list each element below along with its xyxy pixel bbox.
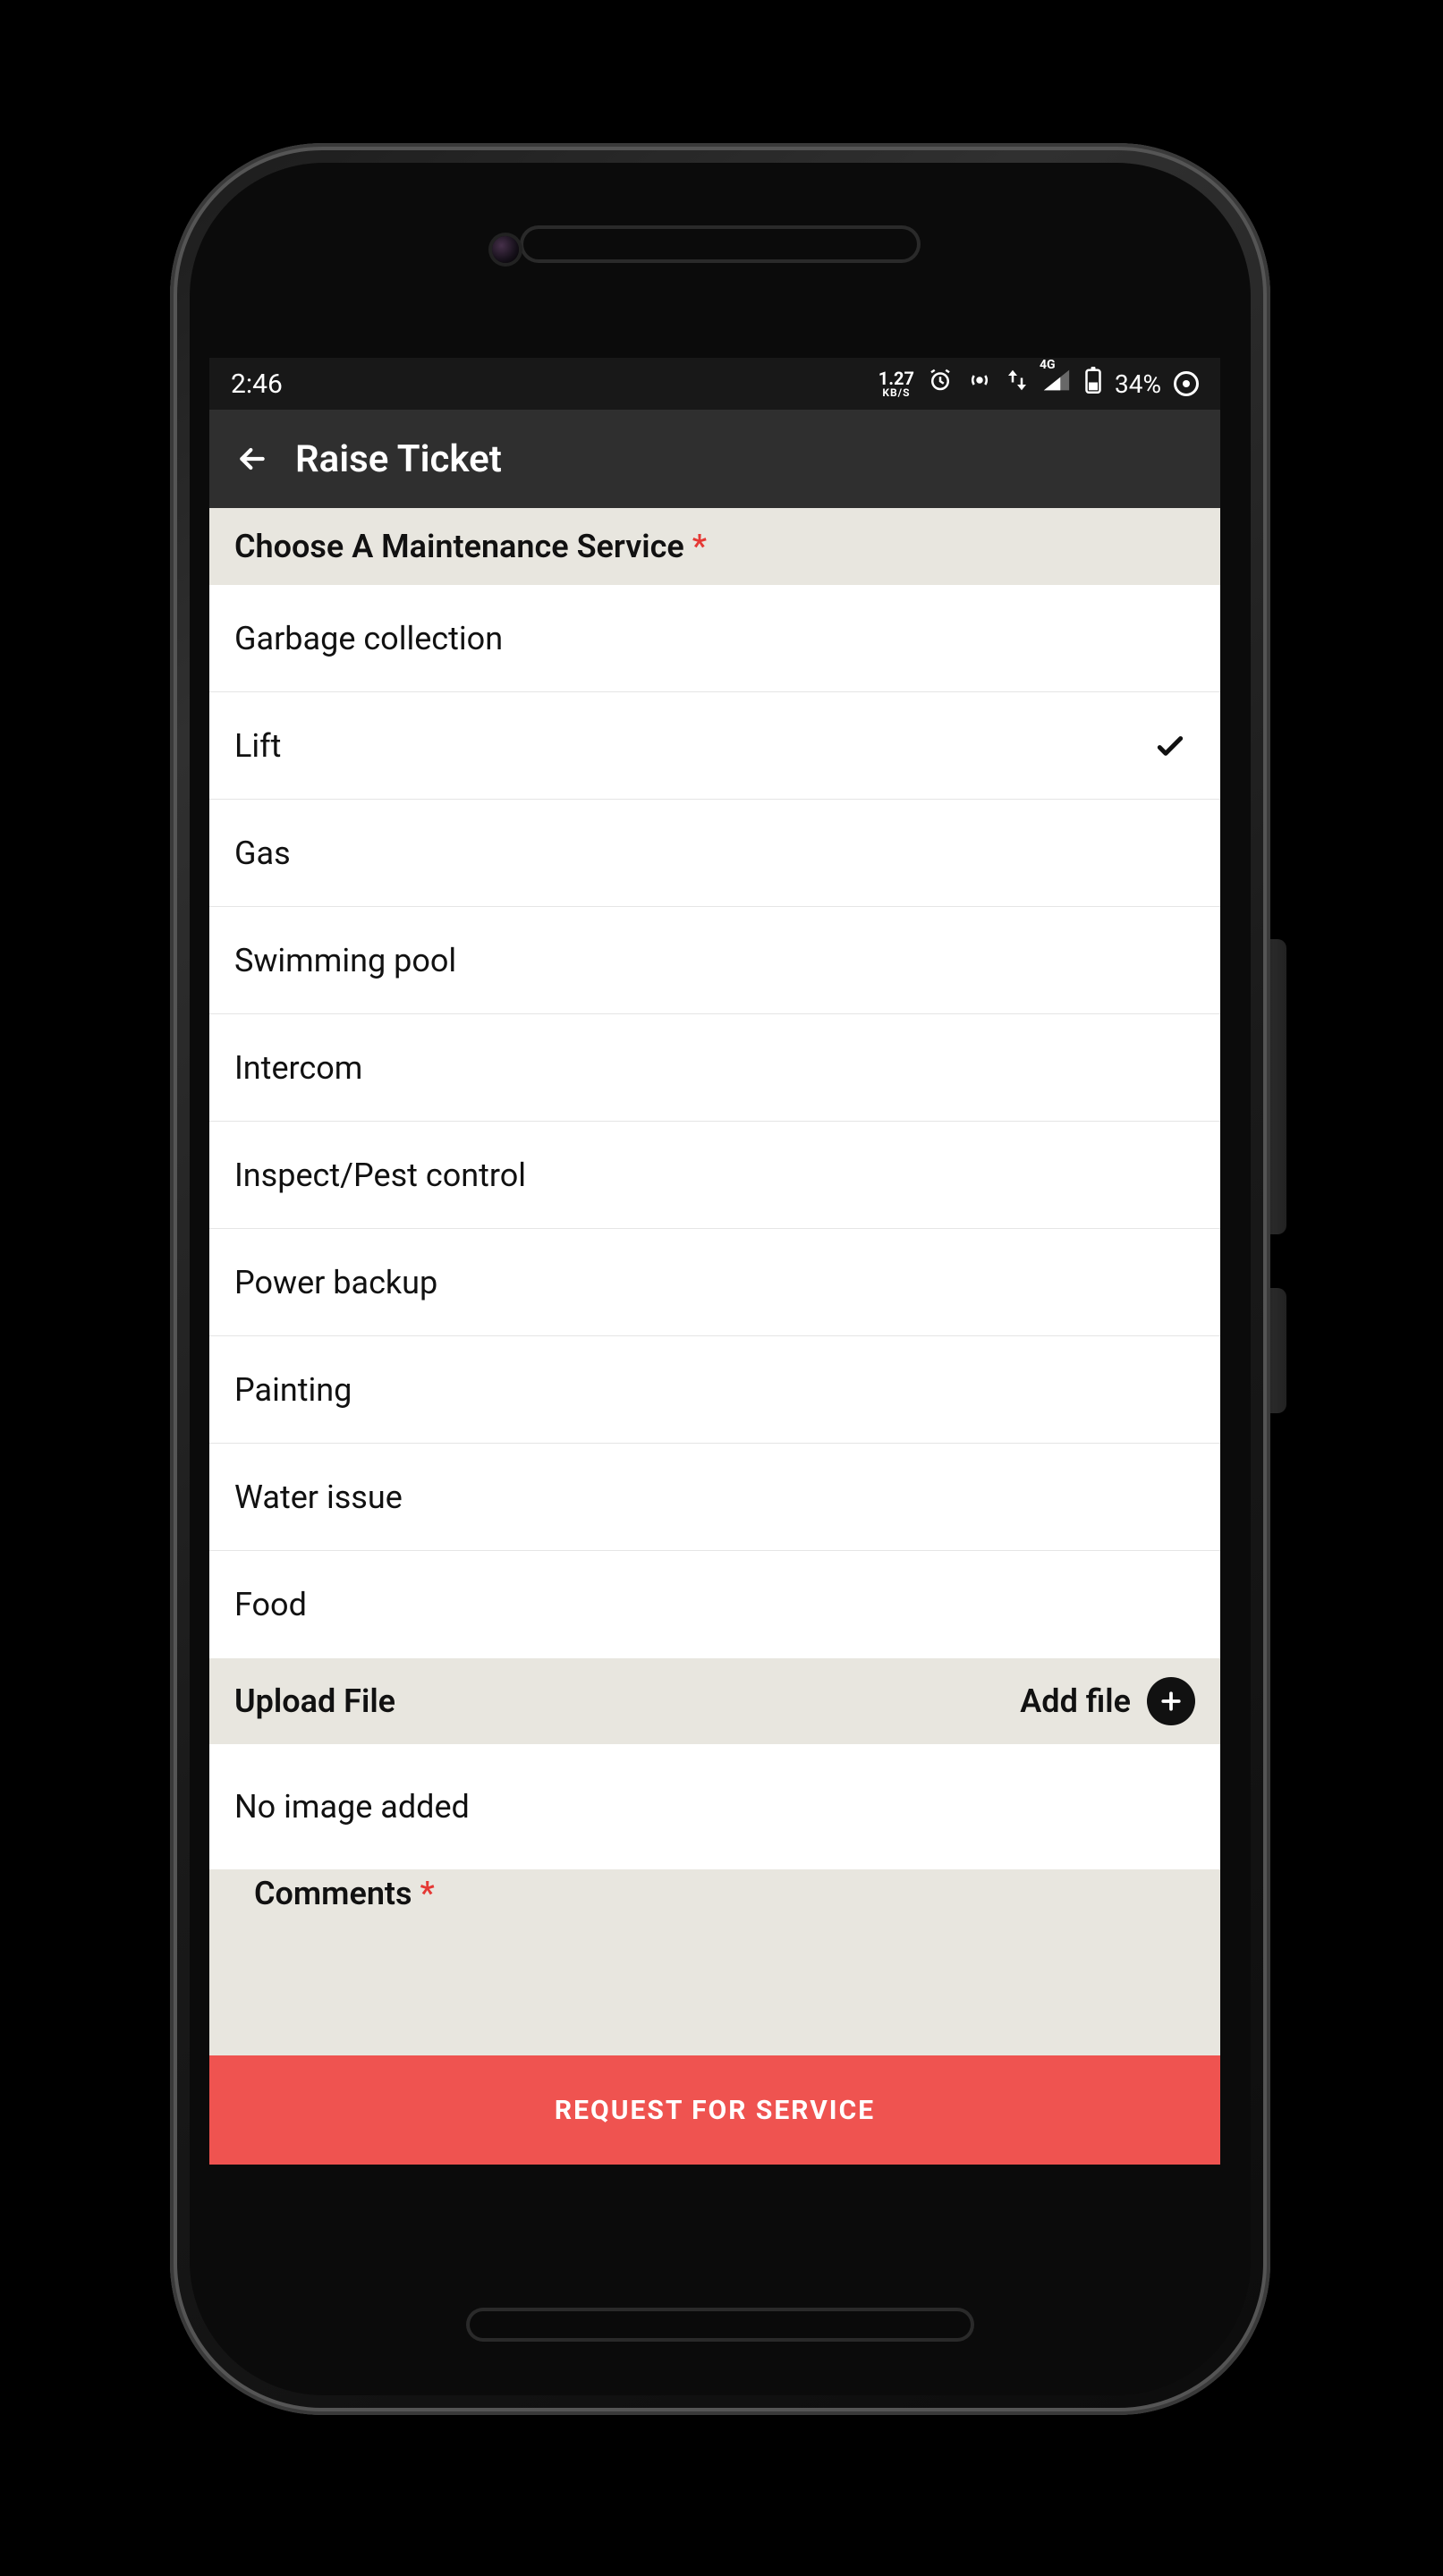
- check-icon: [1152, 728, 1188, 764]
- phone-chin-speaker: [470, 2311, 971, 2338]
- request-service-button[interactable]: REQUEST FOR SERVICE: [209, 2055, 1220, 2165]
- page-title: Raise Ticket: [295, 437, 502, 481]
- section-label: Choose A Maintenance Service: [234, 528, 684, 565]
- add-file-label: Add file: [1020, 1682, 1131, 1720]
- service-item-label: Swimming pool: [234, 942, 456, 979]
- service-item-label: Gas: [234, 835, 291, 872]
- upload-empty-label: No image added: [234, 1788, 470, 1826]
- service-item-label: Food: [234, 1586, 307, 1623]
- battery-percent: 34%: [1115, 369, 1161, 399]
- required-asterisk: *: [420, 1875, 435, 1912]
- data-arrows-icon: [1006, 367, 1029, 401]
- back-button[interactable]: [231, 437, 274, 480]
- phone-camera: [492, 236, 519, 263]
- submit-label: REQUEST FOR SERVICE: [555, 2095, 875, 2126]
- service-item-swimming-pool[interactable]: Swimming pool: [209, 907, 1220, 1014]
- service-item-painting[interactable]: Painting: [209, 1336, 1220, 1444]
- service-item-label: Intercom: [234, 1049, 362, 1087]
- stage: 2:46 1.27 KB/S: [0, 0, 1443, 2576]
- service-list: Garbage collection Lift Gas Swimming poo…: [209, 585, 1220, 1658]
- service-item-label: Lift: [234, 727, 281, 765]
- required-asterisk: *: [692, 528, 707, 565]
- signal-icon: 4G: [1041, 367, 1072, 401]
- alarm-icon: [927, 367, 954, 401]
- status-right: 1.27 KB/S: [879, 367, 1199, 401]
- plus-icon: [1147, 1677, 1195, 1725]
- service-item-power-backup[interactable]: Power backup: [209, 1229, 1220, 1336]
- service-item-label: Garbage collection: [234, 620, 503, 657]
- screen: 2:46 1.27 KB/S: [209, 358, 1220, 2165]
- service-item-lift[interactable]: Lift: [209, 692, 1220, 800]
- service-item-pest-control[interactable]: Inspect/Pest control: [209, 1122, 1220, 1229]
- section-upload-file: Upload File Add file: [209, 1658, 1220, 1744]
- hotspot-icon: [966, 367, 993, 401]
- service-item-label: Power backup: [234, 1264, 437, 1301]
- battery-icon: [1084, 367, 1102, 401]
- status-net-speed: 1.27 KB/S: [879, 369, 914, 398]
- comments-label: Comments: [254, 1875, 412, 1912]
- service-item-gas[interactable]: Gas: [209, 800, 1220, 907]
- section-choose-service: Choose A Maintenance Service *: [209, 508, 1220, 585]
- section-comments: Comments *: [209, 1869, 1220, 1912]
- service-item-label: Inspect/Pest control: [234, 1157, 526, 1194]
- status-bar: 2:46 1.27 KB/S: [209, 358, 1220, 410]
- phone-earpiece: [523, 229, 917, 259]
- status-time: 2:46: [231, 369, 283, 400]
- service-item-label: Water issue: [234, 1479, 403, 1516]
- service-item-food[interactable]: Food: [209, 1551, 1220, 1658]
- upload-label: Upload File: [234, 1682, 395, 1720]
- arrow-left-icon: [234, 441, 270, 477]
- upload-empty-state: No image added: [209, 1744, 1220, 1869]
- app-bar: Raise Ticket: [209, 410, 1220, 508]
- add-file-button[interactable]: Add file: [1020, 1677, 1195, 1725]
- phone-frame: 2:46 1.27 KB/S: [170, 143, 1270, 2415]
- service-item-water-issue[interactable]: Water issue: [209, 1444, 1220, 1551]
- status-ring-icon: [1174, 371, 1199, 396]
- service-item-label: Painting: [234, 1371, 352, 1409]
- service-item-garbage-collection[interactable]: Garbage collection: [209, 585, 1220, 692]
- service-item-intercom[interactable]: Intercom: [209, 1014, 1220, 1122]
